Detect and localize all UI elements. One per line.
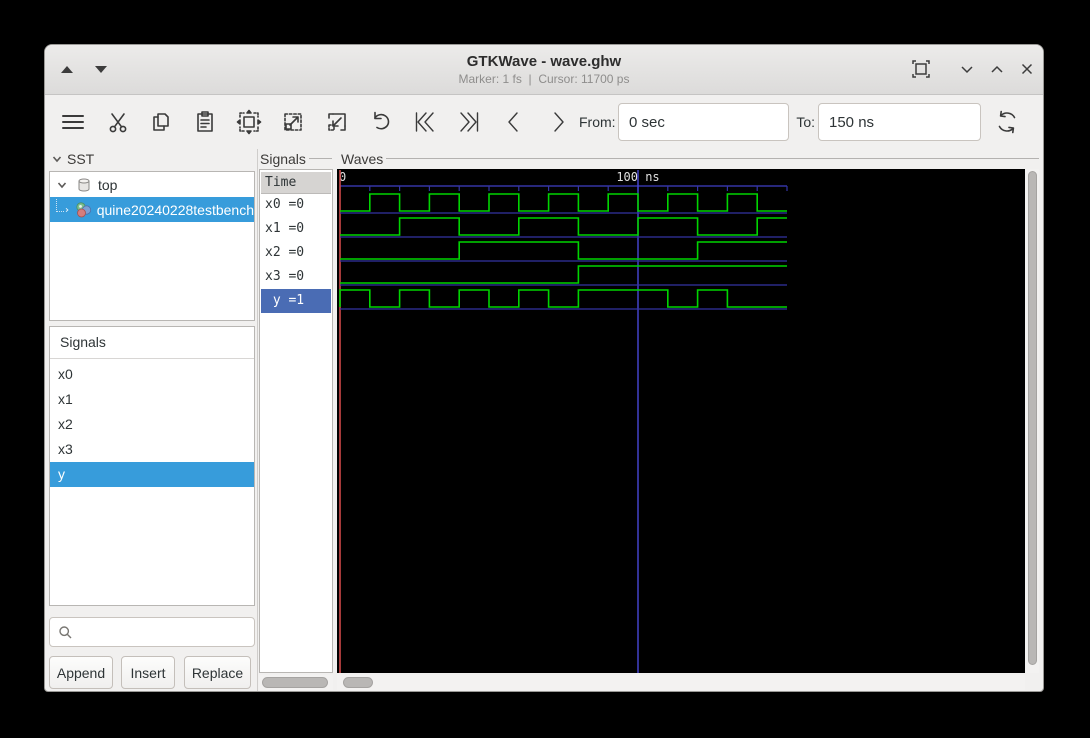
- paste-button[interactable]: [191, 108, 219, 136]
- skip-end-icon: [460, 112, 479, 132]
- waves-frame-label: Waves: [341, 151, 384, 167]
- hamburger-menu-icon: [62, 115, 84, 129]
- wave-names-panel: Time x0 =0 x1 =0 x2 =0 x3 =0 y =1: [259, 169, 333, 673]
- tree-item-top[interactable]: top: [50, 172, 254, 197]
- refresh-icon: [998, 110, 1016, 134]
- shift-left-button[interactable]: [500, 108, 528, 136]
- wave-name-x2[interactable]: x2 =0: [261, 241, 331, 265]
- tree-item-label: top: [98, 176, 118, 193]
- fit-window-button[interactable]: [908, 56, 934, 82]
- signal-list-header[interactable]: Signals: [50, 327, 254, 359]
- waves-vscrollbar[interactable]: [1026, 169, 1039, 673]
- zoom-fit-button[interactable]: [235, 108, 263, 136]
- to-value: 150 ns: [829, 113, 875, 131]
- window-subtitle: Marker: 1 fs | Cursor: 11700 ps: [458, 72, 630, 86]
- close-button[interactable]: [1014, 56, 1040, 82]
- skip-to-end-button[interactable]: [455, 108, 483, 136]
- names-frame-label: Signals: [260, 151, 306, 167]
- chevron-right-icon: [554, 112, 564, 132]
- maximize-button[interactable]: [984, 56, 1010, 82]
- chevron-down-icon: [57, 181, 67, 188]
- zoom-out-box-icon: [284, 113, 302, 131]
- headerbar: GTKWave - wave.ghw Marker: 1 fs | Cursor…: [45, 45, 1043, 95]
- close-icon: [1021, 63, 1033, 75]
- skip-start-icon: [415, 112, 434, 132]
- zoom-in-box-icon: [328, 113, 346, 131]
- waveform-plot: 0 100 ns: [339, 170, 788, 673]
- chevron-right-icon: [65, 207, 69, 212]
- zoom-out-full-button[interactable]: [279, 108, 307, 136]
- waves-hscrollbar[interactable]: [337, 675, 1025, 690]
- wave-name-x0[interactable]: x0 =0: [261, 193, 331, 217]
- chevron-left-icon: [508, 112, 518, 132]
- list-item[interactable]: x0: [50, 362, 254, 387]
- insert-button[interactable]: Insert: [121, 656, 175, 689]
- undo-button[interactable]: [367, 108, 395, 136]
- gtkwave-window: GTKWave - wave.ghw Marker: 1 fs | Cursor…: [44, 44, 1044, 692]
- signal-list-panel: Signals x0 x1 x2 x3 y: [49, 326, 255, 606]
- signal-search-input[interactable]: [49, 617, 255, 647]
- toolbar: From: 0 sec To: 150 ns: [45, 95, 1043, 149]
- append-button-label: Append: [56, 664, 106, 681]
- tree-item-label: quine20240228testbench: [96, 201, 254, 218]
- menu-button[interactable]: [59, 108, 87, 136]
- list-item[interactable]: x3: [50, 437, 254, 462]
- copy-icon: [153, 113, 169, 131]
- scissors-icon: [109, 113, 127, 133]
- from-input[interactable]: 0 sec: [618, 103, 789, 141]
- fit-window-icon: [912, 60, 930, 78]
- names-hscrollbar-thumb[interactable]: [262, 677, 328, 688]
- list-item[interactable]: x1: [50, 387, 254, 412]
- time-header[interactable]: Time: [261, 172, 331, 194]
- wave-name-x3[interactable]: x3 =0: [261, 265, 331, 289]
- chevron-down-icon: [52, 156, 62, 163]
- to-input[interactable]: 150 ns: [818, 103, 981, 141]
- database-cylinder-icon: [78, 178, 90, 191]
- list-item-selected[interactable]: y: [50, 462, 254, 487]
- reload-button[interactable]: [993, 108, 1021, 136]
- replace-button-label: Replace: [191, 664, 244, 681]
- shift-right-button[interactable]: [544, 108, 572, 136]
- cut-button[interactable]: [104, 108, 132, 136]
- zoom-fit-icon: [236, 109, 262, 135]
- wave-name-y-selected[interactable]: y =1: [261, 289, 331, 313]
- append-button[interactable]: Append: [49, 656, 113, 689]
- replace-button[interactable]: Replace: [184, 656, 251, 689]
- waves-frame-line: [386, 158, 1039, 159]
- from-label: From:: [579, 114, 616, 130]
- zoom-in-button[interactable]: [323, 108, 351, 136]
- waves-hscrollbar-thumb[interactable]: [343, 677, 373, 688]
- tree-item-testbench[interactable]: quine20240228testbench: [50, 197, 254, 222]
- copy-button[interactable]: [147, 108, 175, 136]
- waves-vscrollbar-thumb[interactable]: [1028, 171, 1037, 665]
- to-label: To:: [796, 114, 815, 130]
- sst-label: SST: [67, 151, 95, 167]
- tree-connector: [56, 199, 64, 212]
- clipboard-paste-icon: [197, 111, 213, 132]
- chevron-up-icon: [991, 65, 1003, 73]
- insert-button-label: Insert: [130, 664, 166, 681]
- window-title: GTKWave - wave.ghw: [466, 53, 622, 70]
- wave-name-x1[interactable]: x1 =0: [261, 217, 331, 241]
- pane-divider[interactable]: [257, 149, 258, 691]
- search-icon: [59, 625, 72, 638]
- minimize-button[interactable]: [954, 56, 980, 82]
- list-item[interactable]: x2: [50, 412, 254, 437]
- chevron-down-icon: [961, 66, 973, 74]
- names-hscrollbar[interactable]: [259, 675, 333, 690]
- wave-canvas[interactable]: 0 100 ns: [337, 169, 1025, 673]
- undo-arrow-icon: [374, 111, 390, 130]
- skip-to-start-button[interactable]: [411, 108, 439, 136]
- from-value: 0 sec: [629, 113, 665, 131]
- module-icon: [76, 201, 91, 217]
- names-frame-line: [309, 158, 332, 159]
- sst-expander[interactable]: SST: [51, 151, 94, 167]
- sst-tree-panel: top quine20240228testbench: [49, 171, 255, 321]
